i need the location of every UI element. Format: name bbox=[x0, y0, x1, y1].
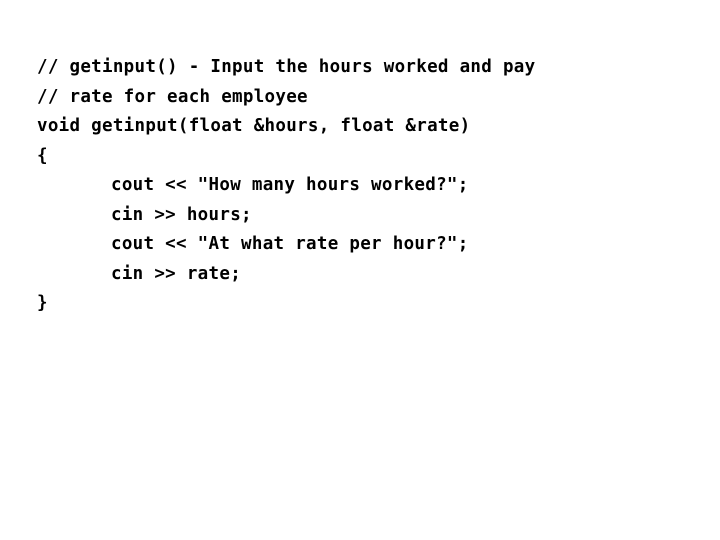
code-line: cin >> rate; bbox=[111, 263, 242, 284]
code-slide: // getinput() - Input the hours worked a… bbox=[0, 0, 720, 540]
code-line: // rate for each employee bbox=[37, 86, 308, 107]
code-line: cin >> hours; bbox=[111, 204, 252, 225]
code-line: void getinput(float &hours, float &rate) bbox=[37, 116, 471, 136]
code-line: cout << "At what rate per hour?"; bbox=[111, 234, 469, 254]
code-line: // getinput() - Input the hours worked a… bbox=[37, 57, 536, 77]
code-line: { bbox=[37, 145, 48, 166]
code-line: } bbox=[37, 293, 48, 313]
code-line: cout << "How many hours worked?"; bbox=[111, 175, 469, 195]
code-block: // getinput() - Input the hours worked a… bbox=[37, 53, 535, 319]
